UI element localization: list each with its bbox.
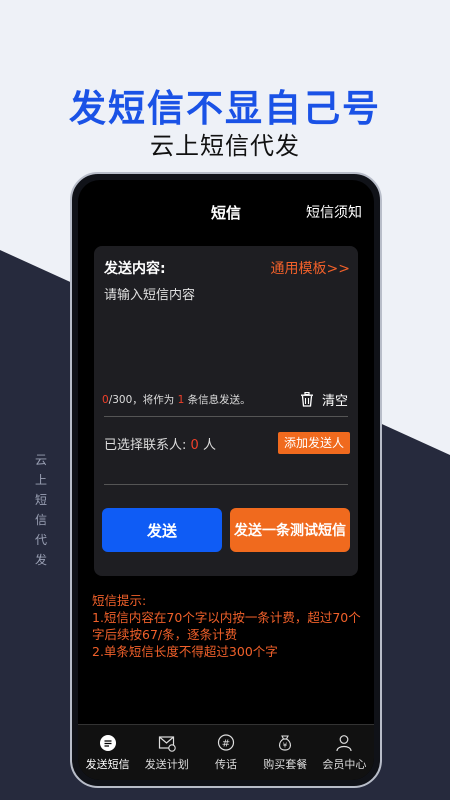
divider xyxy=(104,416,348,417)
char-counter: 0/300，将作为 1 条信息发送。 xyxy=(102,394,251,406)
side-vertical-text: 云 上 短 信 代 发 xyxy=(34,453,47,567)
send-button[interactable]: 发送 xyxy=(102,508,222,552)
svg-text:¥: ¥ xyxy=(283,741,288,749)
tab-member-center[interactable]: 会员中心 xyxy=(315,725,374,780)
mail-clock-icon xyxy=(158,734,176,752)
user-icon xyxy=(335,734,353,752)
compose-label: 发送内容: xyxy=(104,261,166,277)
compose-card: 发送内容: 通用模板>> 0/300，将作为 1 条信息发送。 清空 xyxy=(94,246,358,576)
sms-notice-link[interactable]: 短信须知 xyxy=(306,202,362,222)
send-test-button[interactable]: 发送一条测试短信 xyxy=(230,508,350,552)
selected-contacts: 已选择联系人: 0 人 xyxy=(104,438,216,453)
hash-bubble-icon: # xyxy=(217,733,235,752)
tab-send-plan[interactable]: 发送计划 xyxy=(137,725,196,780)
svg-text:#: # xyxy=(222,738,230,749)
hero-subtitle: 云上短信代发 xyxy=(150,132,300,160)
phone-screen: 短信 短信须知 发送内容: 通用模板>> 0/300，将作为 1 条信息发送。 xyxy=(78,180,374,780)
top-bar: 短信 短信须知 xyxy=(78,180,374,232)
tab-relay[interactable]: # 传话 xyxy=(196,725,255,780)
bottom-tab-bar: 发送短信 发送计划 # 传话 ¥ 购买套餐 会员中心 xyxy=(78,724,374,780)
message-icon xyxy=(99,734,117,752)
trash-icon xyxy=(298,391,316,409)
yen-bag-icon: ¥ xyxy=(276,734,294,752)
divider xyxy=(104,484,348,485)
sms-tips: 短信提示: 1.短信内容在70个字以内按一条计费，超过70个字后续按67/条，逐… xyxy=(92,592,362,660)
tips-line: 2.单条短信长度不得超过300个字 xyxy=(92,644,278,659)
template-link[interactable]: 通用模板>> xyxy=(271,258,350,278)
add-recipient-button[interactable]: 添加发送人 xyxy=(277,432,350,454)
hero-title: 发短信不显自己号 xyxy=(69,87,381,130)
tips-line: 1.短信内容在70个字以内按一条计费，超过70个字后续按67/条，逐条计费 xyxy=(92,610,361,642)
tab-buy-package[interactable]: ¥ 购买套餐 xyxy=(256,725,315,780)
clear-button[interactable]: 清空 xyxy=(298,390,348,409)
phone-frame: 短信 短信须知 发送内容: 通用模板>> 0/300，将作为 1 条信息发送。 xyxy=(70,172,382,788)
tab-send-sms[interactable]: 发送短信 xyxy=(78,725,137,780)
message-input[interactable] xyxy=(104,288,344,303)
tips-heading: 短信提示: xyxy=(92,593,147,608)
